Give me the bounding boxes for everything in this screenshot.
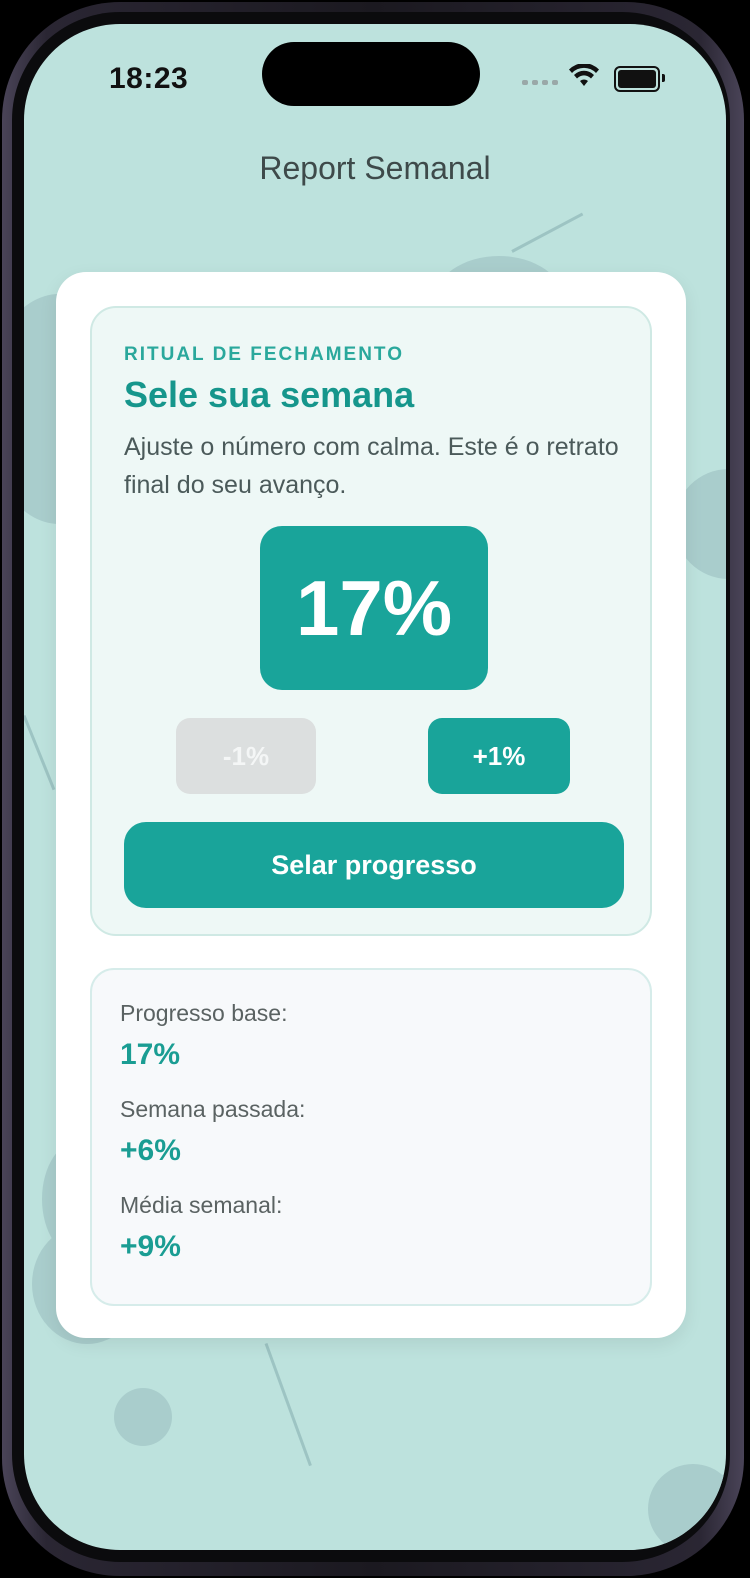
status-bar: 18:23 xyxy=(24,24,726,124)
dynamic-island xyxy=(262,42,480,106)
background-line xyxy=(24,714,56,791)
ritual-description: Ajuste o número com calma. Este é o retr… xyxy=(124,433,619,499)
stat-value-base: 17% xyxy=(120,1038,181,1071)
background-circle xyxy=(114,1388,172,1446)
device: 18:23 Report Semanal RITUAL DE FECHAMENT… xyxy=(0,0,750,1578)
background-line xyxy=(511,212,584,253)
decrement-button[interactable]: -1% xyxy=(176,718,316,794)
screen: 18:23 Report Semanal RITUAL DE FECHAMENT… xyxy=(24,24,726,1550)
ritual-eyebrow: RITUAL DE FECHAMENTO xyxy=(124,344,404,365)
stat-label-last-week: Semana passada: xyxy=(120,1096,306,1122)
signal-icon xyxy=(522,80,558,85)
stat-value-weekly-average: +9% xyxy=(120,1230,181,1263)
increment-button[interactable]: +1% xyxy=(428,718,570,794)
ritual-headline: Sele sua semana xyxy=(124,374,415,415)
status-time: 18:23 xyxy=(109,62,189,95)
stats-panel: Progresso base: 17% Semana passada: +6% … xyxy=(90,968,652,1306)
ritual-panel: RITUAL DE FECHAMENTO Sele sua semana Aju… xyxy=(90,306,652,936)
stat-value-last-week: +6% xyxy=(120,1134,181,1167)
background-circle xyxy=(648,1464,726,1550)
background-line xyxy=(264,1342,312,1467)
progress-value-display: 17% xyxy=(260,526,488,690)
page-title: Report Semanal xyxy=(259,150,491,186)
stat-label-weekly-average: Média semanal: xyxy=(120,1192,283,1218)
battery-icon xyxy=(614,66,665,92)
report-card: RITUAL DE FECHAMENTO Sele sua semana Aju… xyxy=(56,272,686,1338)
seal-progress-button[interactable]: Selar progresso xyxy=(124,822,624,908)
wifi-icon xyxy=(569,64,599,86)
stat-label-base: Progresso base: xyxy=(120,1000,288,1026)
